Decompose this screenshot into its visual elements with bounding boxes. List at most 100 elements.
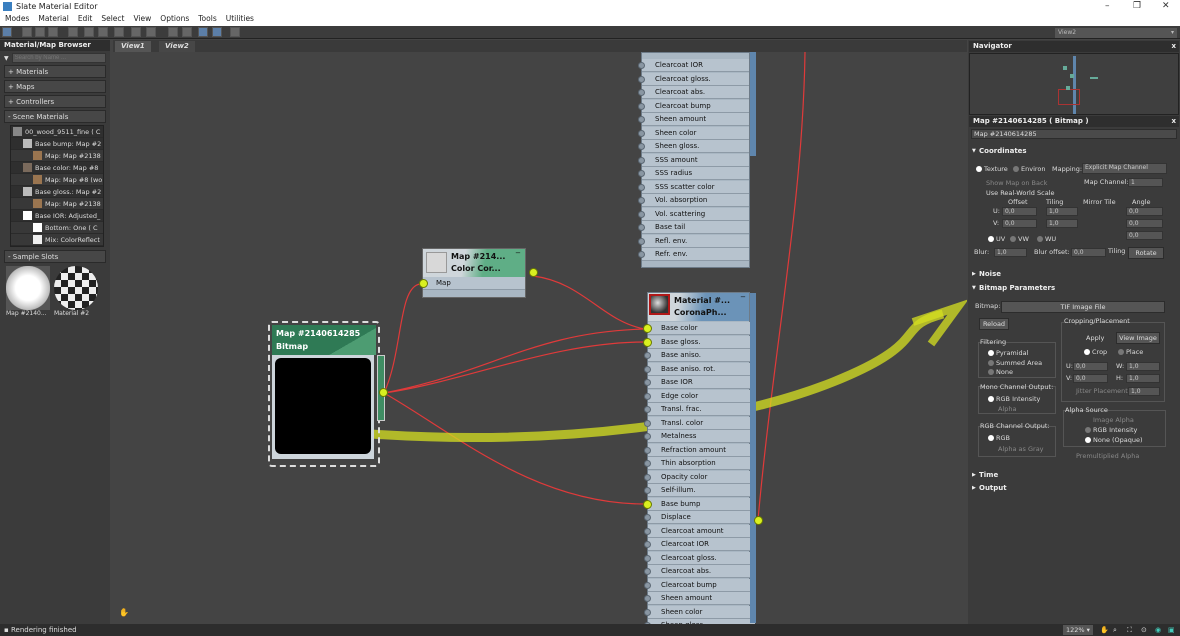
port-transl-color[interactable]: Transl. color [644, 416, 755, 430]
blur-offset-spinner[interactable]: 0,0 [1071, 248, 1106, 257]
radio-rgb-intensity[interactable]: RGB Intensity [988, 395, 1040, 403]
tree-item[interactable]: Base IOR: Adjusted_ [11, 210, 103, 222]
port-connector[interactable] [638, 75, 645, 83]
port-connector[interactable] [644, 352, 651, 359]
radio-none[interactable]: None [988, 368, 1013, 376]
port-connector[interactable] [643, 337, 652, 347]
port-connector[interactable] [644, 595, 651, 602]
navigator-view[interactable] [969, 53, 1179, 115]
section-maps[interactable]: + Maps [4, 80, 106, 93]
radio-none-opaque[interactable]: None (Opaque) [1085, 436, 1143, 444]
maximize-button[interactable]: ❐ [1133, 0, 1141, 13]
port-connector[interactable] [644, 392, 651, 400]
port-connector[interactable] [638, 197, 645, 204]
menu-material[interactable]: Material [38, 13, 68, 26]
output-connector[interactable] [754, 516, 763, 525]
radio-uv[interactable]: UV [988, 235, 1005, 243]
radio-texture[interactable]: Texture [976, 165, 1008, 173]
jitter-spinner[interactable]: 1,0 [1128, 387, 1160, 396]
port-displace[interactable]: Displace [644, 511, 755, 524]
port-sss-radius[interactable]: SSS radius [638, 167, 749, 180]
sample-slot[interactable]: Material #2 [54, 266, 98, 317]
section-controllers[interactable]: + Controllers [4, 95, 106, 108]
v-offset-spinner[interactable]: 0,0 [1002, 219, 1037, 228]
material-node[interactable]: Material #... CoronaPh... − Base color Ba… [643, 292, 755, 632]
rollout-output[interactable]: ▶ Output [971, 483, 1177, 493]
port-connector[interactable] [644, 568, 651, 575]
crop-u-spinner[interactable]: 0,0 [1073, 362, 1108, 371]
radio-wu[interactable]: WU [1037, 235, 1056, 243]
crop-h-spinner[interactable]: 1,0 [1126, 374, 1160, 383]
port-opacity-color[interactable]: Opacity color [644, 470, 755, 484]
close-icon[interactable]: x [1171, 116, 1176, 127]
port-transl-frac-[interactable]: Transl. frac. [644, 403, 755, 416]
port-connector[interactable] [644, 541, 651, 548]
rollout-coordinates[interactable]: ▼ Coordinates [971, 146, 1177, 156]
port-sheen-color[interactable]: Sheen color [644, 605, 755, 619]
layout-icon[interactable] [84, 27, 94, 37]
map-name-field[interactable]: Map #2140614285 [971, 129, 1177, 139]
menu-utilities[interactable]: Utilities [226, 13, 254, 26]
port-connector[interactable] [644, 527, 651, 535]
port-connector[interactable] [638, 89, 645, 96]
section-sample-slots[interactable]: - Sample Slots [4, 250, 106, 263]
port-connector[interactable] [644, 473, 651, 481]
radio-place[interactable]: Place [1118, 348, 1143, 356]
show-bg-icon[interactable] [131, 27, 141, 37]
delete-icon[interactable] [68, 27, 78, 37]
port-sheen-amount[interactable]: Sheen amount [638, 113, 749, 126]
put-to-scene-icon[interactable] [48, 27, 58, 37]
port-connector[interactable] [419, 279, 428, 288]
port-connector[interactable] [638, 237, 645, 245]
port-connector[interactable] [638, 156, 645, 164]
zoom-selected-icon[interactable]: ◉ [1155, 624, 1161, 636]
port-connector[interactable] [638, 116, 645, 123]
radio-summed-area[interactable]: Summed Area [988, 359, 1042, 367]
port-clearcoat-bump[interactable]: Clearcoat bump [638, 99, 749, 113]
menu-options[interactable]: Options [160, 13, 189, 26]
v-tiling-spinner[interactable]: 1,0 [1046, 219, 1078, 228]
menu-tools[interactable]: Tools [198, 13, 216, 26]
port-connector[interactable] [638, 102, 645, 110]
sample-uv-icon[interactable] [146, 27, 156, 37]
tree-item[interactable]: Map: Map #8 (wo [11, 174, 103, 186]
radio-rgb[interactable]: RGB [988, 434, 1010, 442]
port-sheen-gloss-[interactable]: Sheen gloss. [638, 140, 749, 153]
v-angle-spinner[interactable]: 0,0 [1126, 219, 1163, 228]
menu-modes[interactable]: Modes [5, 13, 29, 26]
params-editor-icon[interactable] [212, 27, 222, 37]
port-base-aniso-[interactable]: Base aniso. [644, 349, 755, 362]
port-clearcoat-abs-[interactable]: Clearcoat abs. [644, 565, 755, 578]
tree-item[interactable]: Bottom: One ( C [11, 222, 103, 234]
search-dropdown-icon[interactable]: ▼ [4, 55, 9, 62]
rollout-bitmap-parameters[interactable]: ▼ Bitmap Parameters [971, 283, 1177, 293]
port-base-bump[interactable]: Base bump [643, 497, 755, 511]
port-connector[interactable] [644, 379, 651, 386]
port-connector[interactable] [644, 419, 651, 427]
minimize-button[interactable]: – [1105, 0, 1110, 13]
w-angle-spinner[interactable]: 0,0 [1126, 231, 1163, 240]
menu-select[interactable]: Select [101, 13, 124, 26]
blur-spinner[interactable]: 1,0 [994, 248, 1027, 257]
close-icon[interactable]: x [1171, 41, 1176, 52]
port-edge-color[interactable]: Edge color [644, 389, 755, 403]
eyedropper-icon[interactable] [35, 27, 45, 37]
zoom-extents-icon[interactable]: ⊙ [1141, 624, 1147, 636]
tree-item[interactable]: 00_wood_9511_fine ( C [11, 126, 103, 138]
tree-item[interactable]: Base bump: Map #2 [11, 138, 103, 150]
port-vol-scattering[interactable]: Vol. scattering [638, 207, 749, 221]
port-connector[interactable] [638, 251, 645, 258]
pan-hand-icon[interactable]: ✋ [119, 608, 129, 617]
port-thin-absorption[interactable]: Thin absorption [644, 457, 755, 470]
node-view-canvas[interactable]: Clearcoat IOR Clearcoat gloss. Clearcoat a… [113, 52, 967, 632]
port-connector[interactable] [638, 62, 645, 69]
port-clearcoat-ior[interactable]: Clearcoat IOR [638, 59, 749, 72]
rollout-noise[interactable]: ▶ Noise [971, 269, 1177, 279]
radio-crop[interactable]: Crop [1084, 348, 1107, 356]
tree-item[interactable]: Map: Map #2138 [11, 198, 103, 210]
port-refraction-amount[interactable]: Refraction amount [644, 443, 755, 457]
select-icon[interactable] [2, 27, 12, 37]
port-connector[interactable] [644, 460, 651, 467]
port-connector[interactable] [644, 514, 651, 521]
radio-alpha-rgb-intensity[interactable]: RGB Intensity [1085, 426, 1137, 434]
